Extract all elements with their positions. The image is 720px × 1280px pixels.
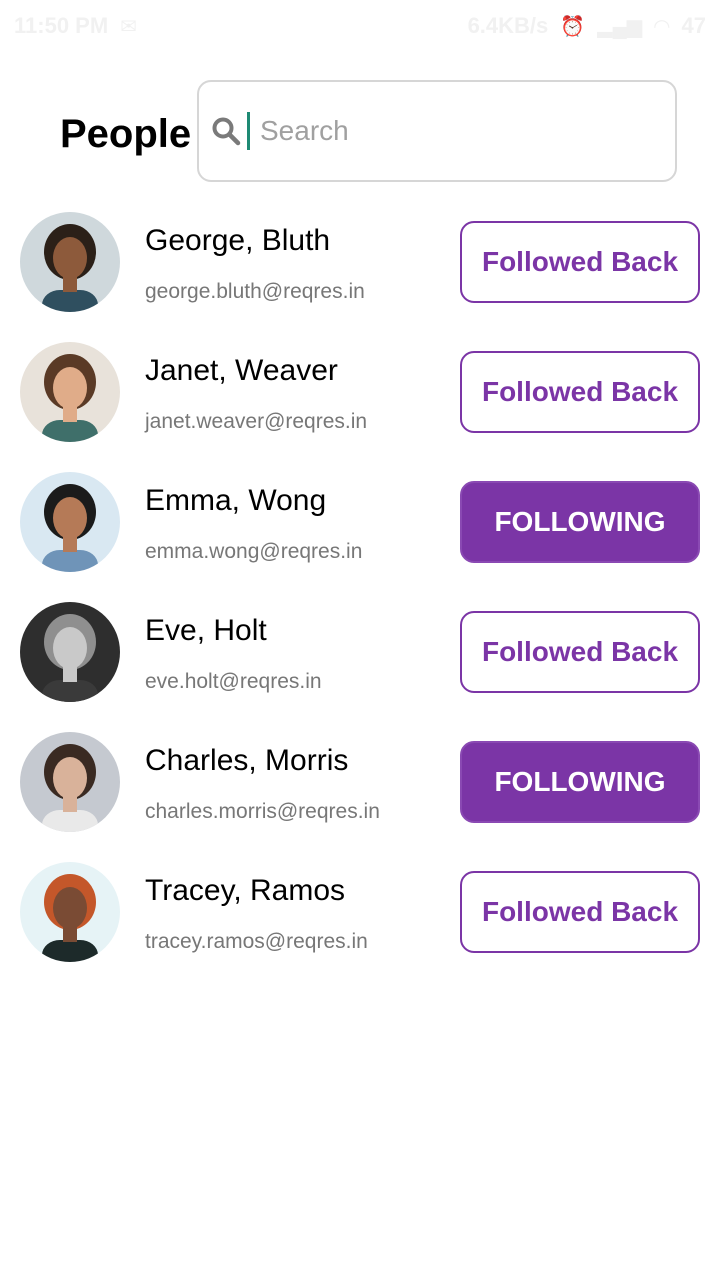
list-item: George, Bluth george.bluth@reqres.in Fol…	[0, 212, 720, 342]
signal-icon: ▂▄▆	[597, 15, 643, 38]
person-name: Tracey, Ramos	[145, 874, 346, 907]
search-icon	[212, 117, 241, 146]
battery-level: 47	[681, 13, 706, 38]
avatar-portrait	[20, 472, 120, 572]
person-email: tracey.ramos@reqres.in	[145, 930, 368, 953]
text-caret	[247, 112, 250, 150]
follow-button[interactable]: FOLLOWING	[460, 481, 700, 563]
avatar[interactable]	[20, 342, 120, 442]
page-title: People	[60, 112, 192, 156]
list-item: Emma, Wong emma.wong@reqres.in FOLLOWING	[0, 472, 720, 602]
search-input[interactable]	[260, 115, 640, 147]
status-left: 11:50 PM ✉	[14, 13, 137, 39]
search-bar[interactable]	[197, 80, 677, 182]
people-screen: 11:50 PM ✉ 6.4KB/s ⏰ ▂▄▆ ◠ 47 People Geo…	[0, 0, 720, 1280]
wifi-icon: ◠	[654, 15, 670, 38]
avatar[interactable]	[20, 472, 120, 572]
list-item: Janet, Weaver janet.weaver@reqres.in Fol…	[0, 342, 720, 472]
status-time: 11:50 PM	[14, 13, 109, 38]
status-bar: 11:50 PM ✉ 6.4KB/s ⏰ ▂▄▆ ◠ 47	[0, 0, 720, 52]
person-email: charles.morris@reqres.in	[145, 800, 380, 823]
person-email: eve.holt@reqres.in	[145, 670, 322, 693]
follow-button[interactable]: Followed Back	[460, 221, 700, 303]
list-item: Charles, Morris charles.morris@reqres.in…	[0, 732, 720, 862]
person-name: Emma, Wong	[145, 484, 327, 517]
list-item: Eve, Holt eve.holt@reqres.in Followed Ba…	[0, 602, 720, 732]
person-name: Eve, Holt	[145, 614, 267, 647]
avatar-portrait	[20, 342, 120, 442]
avatar[interactable]	[20, 212, 120, 312]
person-email: george.bluth@reqres.in	[145, 280, 365, 303]
follow-button[interactable]: Followed Back	[460, 871, 700, 953]
person-name: George, Bluth	[145, 224, 331, 257]
avatar-portrait	[20, 862, 120, 962]
avatar-portrait	[20, 602, 120, 702]
network-speed: 6.4KB/s	[467, 13, 549, 38]
follow-button[interactable]: FOLLOWING	[460, 741, 700, 823]
person-email: emma.wong@reqres.in	[145, 540, 363, 563]
avatar[interactable]	[20, 732, 120, 832]
people-list: George, Bluth george.bluth@reqres.in Fol…	[0, 212, 720, 992]
person-name: Charles, Morris	[145, 744, 349, 777]
avatar-portrait	[20, 732, 120, 832]
follow-button[interactable]: Followed Back	[460, 351, 700, 433]
alarm-icon: ⏰	[560, 15, 586, 38]
avatar[interactable]	[20, 602, 120, 702]
avatar-portrait	[20, 212, 120, 312]
avatar[interactable]	[20, 862, 120, 962]
list-item: Tracey, Ramos tracey.ramos@reqres.in Fol…	[0, 862, 720, 992]
notification-icon: ✉	[120, 15, 137, 38]
person-name: Janet, Weaver	[145, 354, 338, 387]
follow-button[interactable]: Followed Back	[460, 611, 700, 693]
status-right: 6.4KB/s ⏰ ▂▄▆ ◠ 47	[468, 13, 706, 39]
person-email: janet.weaver@reqres.in	[145, 410, 368, 433]
